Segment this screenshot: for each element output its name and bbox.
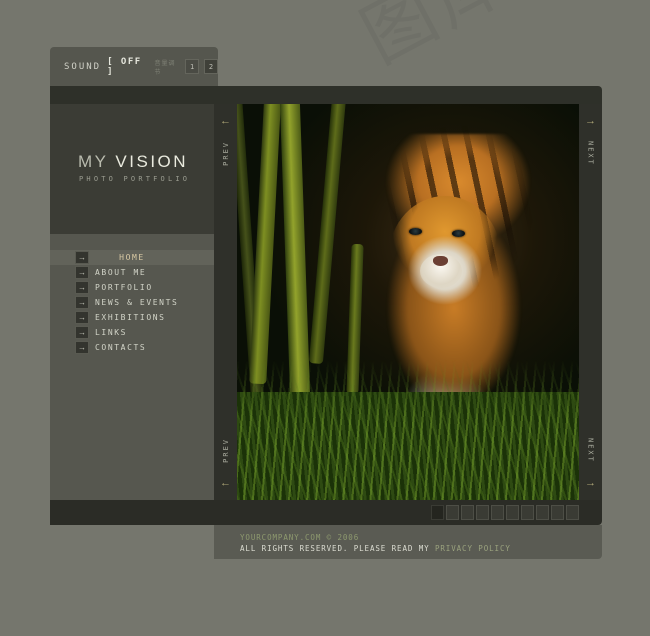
thumbnail-9[interactable] (551, 505, 564, 520)
footer: YOURCOMPANY.COM © 2006 ALL RIGHTS RESERV… (214, 525, 602, 559)
sidebar-item-label: LINKS (95, 328, 128, 337)
sound-track-2-button[interactable]: 2 (204, 59, 218, 74)
main-navigation: → HOME → ABOUT ME → PORTFOLIO → NEWS & E… (50, 250, 214, 355)
sidebar-item-label: CONTACTS (95, 343, 147, 352)
sidebar-item-label: PORTFOLIO (95, 283, 153, 292)
sidebar-item-portfolio[interactable]: → PORTFOLIO (50, 280, 214, 295)
thumbnail-6[interactable] (506, 505, 519, 520)
sidebar-item-contacts[interactable]: → CONTACTS (50, 340, 214, 355)
arrow-right-icon: → (75, 296, 89, 309)
thumbnail-10[interactable] (566, 505, 579, 520)
logo-title-part2: VISION (115, 152, 189, 171)
arrow-left-icon-top[interactable]: ← (214, 104, 237, 138)
arrow-right-icon: → (75, 326, 89, 339)
grass-blades (237, 360, 579, 500)
copyright-line: YOURCOMPANY.COM © 2006 (240, 533, 360, 542)
bottom-bar (50, 500, 602, 525)
rights-text: ALL RIGHTS RESERVED. PLEASE READ MY (240, 544, 435, 553)
thumbnail-5[interactable] (491, 505, 504, 520)
sound-state-toggle[interactable]: [ OFF ] (107, 57, 151, 77)
logo-title-part1: MY (78, 152, 116, 171)
arrow-right-icon: → (75, 341, 89, 354)
sidebar-item-about-me[interactable]: → ABOUT ME (50, 265, 214, 280)
sound-sublabel: 音量调节 (154, 59, 176, 76)
sidebar-item-label: ABOUT ME (95, 268, 147, 277)
top-divider-band (50, 86, 602, 104)
logo-panel: MY VISION PHOTO PORTFOLIO (50, 104, 214, 234)
thumbnail-3[interactable] (461, 505, 474, 520)
sidebar-item-news-events[interactable]: → NEWS & EVENTS (50, 295, 214, 310)
thumbnail-8[interactable] (536, 505, 549, 520)
arrow-right-icon-bottom[interactable]: → (579, 466, 602, 500)
next-label-top[interactable]: NEXT (587, 138, 595, 169)
sound-track-1-button[interactable]: 1 (185, 59, 200, 74)
sidebar-item-label: HOME (119, 253, 145, 262)
sound-label: SOUND (64, 61, 102, 72)
thumbnail-7[interactable] (521, 505, 534, 520)
next-rail[interactable]: → NEXT NEXT → (579, 104, 602, 500)
sidebar: MY VISION PHOTO PORTFOLIO → HOME → ABOUT… (50, 104, 214, 500)
gallery-photo (237, 104, 579, 500)
tiger-eye-right (452, 230, 465, 237)
prev-rail[interactable]: ← PREV PREV ← (214, 104, 237, 500)
thumbnail-strip (431, 505, 579, 520)
prev-label-bottom[interactable]: PREV (222, 435, 230, 466)
rights-line: ALL RIGHTS RESERVED. PLEASE READ MY PRIV… (240, 544, 511, 553)
privacy-policy-link[interactable]: PRIVACY POLICY (435, 544, 511, 553)
thumbnail-2[interactable] (446, 505, 459, 520)
sound-control-bar: SOUND [ OFF ] 音量调节 1 2 (50, 47, 218, 86)
tiger-eye-left (409, 228, 422, 235)
sidebar-item-home[interactable]: → HOME (50, 250, 214, 265)
tiger-nose (433, 256, 448, 266)
sidebar-item-exhibitions[interactable]: → EXHIBITIONS (50, 310, 214, 325)
next-label-bottom[interactable]: NEXT (587, 435, 595, 466)
arrow-right-icon: → (75, 281, 89, 294)
arrow-right-icon: → (75, 311, 89, 324)
thumbnail-4[interactable] (476, 505, 489, 520)
arrow-right-icon-top[interactable]: → (579, 104, 602, 138)
arrow-right-icon: → (75, 266, 89, 279)
site-logo-subtitle: PHOTO PORTFOLIO (79, 175, 191, 183)
sidebar-item-links[interactable]: → LINKS (50, 325, 214, 340)
sidebar-item-label: NEWS & EVENTS (95, 298, 179, 307)
sidebar-item-label: EXHIBITIONS (95, 313, 166, 322)
prev-label-top[interactable]: PREV (222, 138, 230, 169)
site-logo-title: MY VISION (78, 152, 188, 172)
thumbnail-1[interactable] (431, 505, 444, 520)
arrow-left-icon-bottom[interactable]: ← (214, 466, 237, 500)
